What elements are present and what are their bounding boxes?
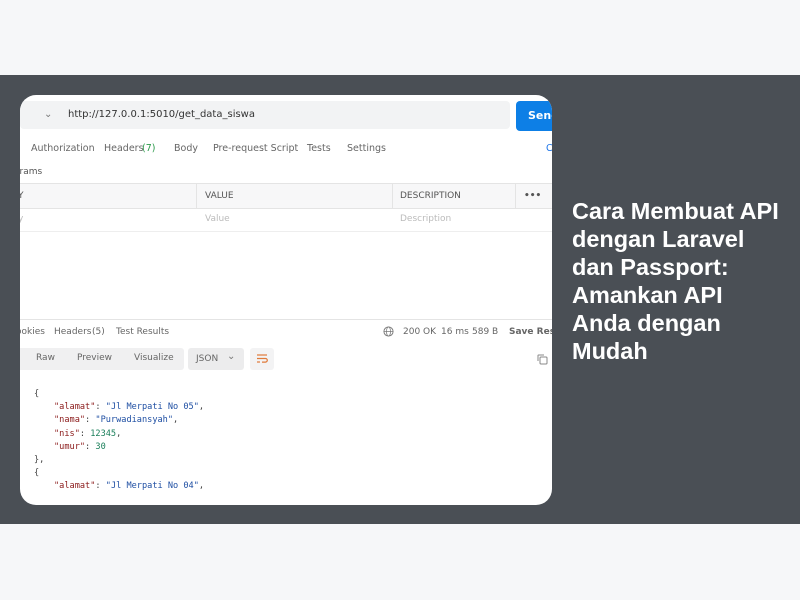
copy-icon[interactable] <box>537 354 548 365</box>
json-line: "nama": "Purwadiansyah", <box>54 415 179 426</box>
cookies-link[interactable]: C <box>546 143 552 154</box>
tab-response-headers[interactable]: Headers <box>54 327 91 337</box>
params-table-row: y Value Description <box>20 209 552 232</box>
response-size: 589 B <box>472 327 499 337</box>
json-key: "nama" <box>54 415 86 426</box>
tab-headers[interactable]: Headers <box>104 143 144 154</box>
json-line: }, <box>34 455 45 465</box>
json-line: "alamat": "Jl Merpati No 04", <box>54 481 205 492</box>
column-divider <box>392 184 393 208</box>
tab-cookies[interactable]: ookies <box>20 327 45 337</box>
params-table-header: Y VALUE DESCRIPTION ••• <box>20 183 552 209</box>
wrap-lines-icon[interactable] <box>256 353 268 364</box>
globe-icon <box>383 326 394 337</box>
more-options-icon[interactable]: ••• <box>524 191 541 201</box>
request-url[interactable]: http://127.0.0.1:5010/get_data_siswa <box>68 109 255 120</box>
tab-authorization[interactable]: Authorization <box>31 143 95 154</box>
json-line: { <box>34 389 40 399</box>
tab-pre-request-script[interactable]: Pre-request Script <box>213 143 298 154</box>
json-line: "umur": 30 <box>54 441 106 452</box>
column-divider <box>515 184 516 208</box>
json-key: "umur" <box>54 441 86 452</box>
value-placeholder[interactable]: Value <box>205 214 230 224</box>
json-key: "alamat" <box>54 402 96 413</box>
response-tabs: ookies Headers (5) Test Results 200 OK 1… <box>20 319 552 342</box>
postman-screenshot-card: ⌄ http://127.0.0.1:5010/get_data_siswa S… <box>20 95 552 505</box>
url-bar[interactable]: ⌄ http://127.0.0.1:5010/get_data_siswa <box>20 101 510 129</box>
response-time: 16 ms <box>441 327 469 337</box>
tab-visualize[interactable]: Visualize <box>134 353 174 363</box>
json-value: "Jl Merpati No 05" <box>105 402 199 413</box>
json-line: "alamat": "Jl Merpati No 05", <box>54 402 205 413</box>
save-response-button[interactable]: Save Resp <box>509 327 552 337</box>
json-value: 30 <box>95 441 106 452</box>
tab-test-results[interactable]: Test Results <box>116 327 169 337</box>
response-headers-count[interactable]: (5) <box>92 327 105 337</box>
format-select-value[interactable]: JSON <box>196 354 218 364</box>
response-status: 200 OK <box>403 327 437 337</box>
tab-settings[interactable]: Settings <box>347 143 386 154</box>
column-description: DESCRIPTION <box>400 191 461 201</box>
column-divider <box>196 184 197 208</box>
json-line: { <box>34 468 40 479</box>
json-key: "nis" <box>54 428 80 439</box>
headers-count[interactable]: (7) <box>142 143 155 154</box>
chevron-down-icon[interactable]: ⌄ <box>44 109 52 120</box>
send-button[interactable]: Send <box>516 101 552 131</box>
description-placeholder[interactable]: Description <box>400 214 451 224</box>
tab-raw[interactable]: Raw <box>36 353 55 363</box>
json-value: 12345 <box>90 428 117 439</box>
key-placeholder[interactable]: y <box>20 214 23 224</box>
tab-body[interactable]: Body <box>174 143 198 154</box>
json-value: "Purwadiansyah" <box>95 415 174 426</box>
column-value: VALUE <box>205 191 234 201</box>
chevron-down-icon[interactable]: ⌄ <box>227 351 235 362</box>
column-key: Y <box>20 191 24 201</box>
json-value: "Jl Merpati No 04" <box>105 481 199 492</box>
json-key: "alamat" <box>54 481 96 492</box>
tab-preview[interactable]: Preview <box>77 353 112 363</box>
article-headline: Cara Membuat API dengan Laravel dan Pass… <box>572 198 779 364</box>
json-line: "nis": 12345, <box>54 428 122 439</box>
tab-tests[interactable]: Tests <box>307 143 331 154</box>
params-section-label: arams <box>20 167 43 177</box>
